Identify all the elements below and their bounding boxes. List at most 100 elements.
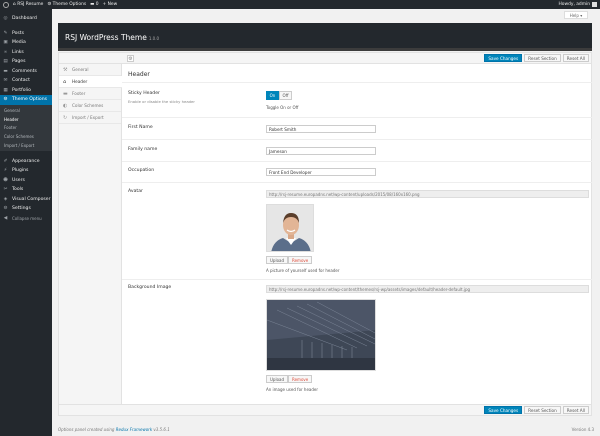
toggle-off-button[interactable]: Off [279, 91, 292, 100]
mail-icon: ✉ [3, 78, 8, 84]
sidebar-item-settings[interactable]: ⚙ Settings [0, 204, 52, 214]
sidebar-item-label: Contact [12, 78, 30, 84]
theme-version: 1.0.0 [148, 36, 160, 41]
sticky-header-label: Sticky Header [128, 91, 160, 96]
tab-footer[interactable]: ▬ Footer [59, 88, 121, 100]
gear-icon: ⚙ [3, 97, 8, 103]
sidebar-item-label: Plugins [12, 168, 29, 174]
reset-section-button[interactable]: Reset Section [524, 406, 561, 414]
sidebar-item-pages[interactable]: ▤ Pages [0, 57, 52, 67]
admin-bar: ⌂ RSJ Resume ⚙ Theme Options ▬ 0 + New H… [0, 0, 600, 9]
reset-all-button[interactable]: Reset All [562, 406, 589, 414]
reset-section-button[interactable]: Reset Section [524, 54, 561, 62]
avatar-upload-button[interactable]: Upload [266, 256, 289, 264]
wrench-icon: ✂ [3, 187, 8, 193]
tab-label: Footer [72, 91, 86, 96]
tab-label: Color Schemes [72, 103, 104, 108]
admin-bar-site[interactable]: ⌂ RSJ Resume [13, 2, 43, 7]
tab-label: General [72, 67, 89, 72]
comment-count: 0 [95, 2, 99, 7]
submenu-item-general[interactable]: General [0, 107, 52, 116]
wp-version: Version 4.3 [571, 427, 594, 432]
avatar-preview [266, 204, 314, 252]
admin-bar-comments[interactable]: ▬ 0 [90, 2, 98, 7]
tab-general[interactable]: ⚒ General [59, 64, 121, 76]
sidebar-item-links[interactable]: ∞ Links [0, 48, 52, 58]
sidebar-item-posts[interactable]: ✎ Posts [0, 29, 52, 39]
sidebar-item-visual-composer[interactable]: ◈ Visual Composer [0, 194, 52, 204]
submenu-item-color-schemes[interactable]: Color Schemes [0, 132, 52, 141]
sidebar-item-plugins[interactable]: ⚡ Plugins [0, 166, 52, 176]
submenu-item-import-export[interactable]: Import / Export [0, 141, 52, 150]
reset-all-button[interactable]: Reset All [562, 54, 589, 62]
sidebar-item-appearance[interactable]: ✐ Appearance [0, 156, 52, 166]
theme-name: RSJ WordPress Theme [65, 33, 147, 42]
media-icon: ▣ [3, 40, 8, 46]
sidebar-item-label: Theme Options [12, 97, 48, 103]
help-button[interactable]: Help ▾ [564, 11, 588, 19]
sidebar-item-theme-options[interactable]: ⚙ Theme Options [0, 95, 52, 105]
wrench-icon: ⚒ [63, 66, 68, 73]
divider [122, 117, 592, 118]
tab-header[interactable]: ⌂ Header [59, 76, 122, 88]
sticky-header-toggle: On Off [266, 91, 292, 100]
sidebar-item-portfolio[interactable]: ▦ Portfolio [0, 86, 52, 96]
background-caption: An image used for header [266, 387, 319, 392]
footer-suffix: v3.5.6.1 [152, 427, 170, 432]
composer-icon: ◈ [3, 196, 8, 202]
admin-bar-new[interactable]: + New [103, 2, 118, 7]
color-icon: ◐ [63, 102, 68, 109]
bottom-action-bar: Save Changes Reset Section Reset All [58, 404, 592, 416]
save-changes-button[interactable]: Save Changes [484, 54, 523, 62]
occupation-label: Occupation [128, 168, 155, 173]
submenu-item-header[interactable]: Header [0, 115, 52, 124]
family-name-label: Family name [128, 147, 158, 152]
family-name-field[interactable]: Jameson [266, 147, 376, 155]
first-name-field[interactable]: Robert Smith [266, 125, 376, 133]
divider [122, 82, 592, 83]
sidebar-item-media[interactable]: ▣ Media [0, 38, 52, 48]
page-icon: ▤ [3, 59, 8, 65]
comment-icon: ▬ [3, 68, 8, 74]
tab-label: Header [72, 79, 88, 84]
pin-icon: ✎ [3, 30, 8, 36]
avatar-remove-button[interactable]: Remove [288, 256, 313, 264]
sidebar-item-users[interactable]: ☻ Users [0, 175, 52, 185]
options-panel: Header Sticky Header Enable or disable t… [122, 64, 592, 404]
wordpress-logo-icon[interactable] [3, 1, 9, 8]
background-remove-button[interactable]: Remove [288, 375, 313, 383]
sidebar-item-dashboard[interactable]: ◎ Dashboard [0, 14, 52, 24]
collapse-icon: ◀ [3, 215, 8, 221]
sidebar-item-collapse-menu[interactable]: ◀ Collapse menu [0, 213, 52, 223]
admin-sidebar: ◎ Dashboard ✎ Posts ▣ Media ∞ Links ▤ Pages ▬ Comme… [0, 9, 52, 436]
sidebar-item-label: Media [12, 40, 26, 46]
portfolio-icon: ▦ [3, 87, 8, 93]
howdy-text: Howdy, admin [558, 2, 590, 7]
background-upload-button[interactable]: Upload [266, 375, 289, 383]
sidebar-item-tools[interactable]: ✂ Tools [0, 185, 52, 195]
save-changes-button[interactable]: Save Changes [484, 406, 523, 414]
redux-link[interactable]: Redux Framework [116, 427, 152, 432]
link-icon: ∞ [3, 49, 8, 55]
toggle-on-button[interactable]: On [266, 91, 279, 100]
avatar-url-field[interactable]: http://rsj-resume.europadns.net/wp-conte… [266, 190, 589, 198]
new-label: New [107, 2, 118, 7]
options-title: RSJ WordPress Theme 1.0.0 [65, 33, 159, 42]
dashboard-icon: ◎ [3, 16, 8, 22]
submenu-item-footer[interactable]: Footer [0, 124, 52, 133]
tab-color-schemes[interactable]: ◐ Color Schemes [59, 100, 121, 112]
sidebar-item-label: Dashboard [12, 16, 37, 22]
admin-bar-account[interactable]: Howdy, admin [558, 0, 597, 9]
sidebar-item-contact[interactable]: ✉ Contact [0, 76, 52, 86]
sidebar-item-comments[interactable]: ▬ Comments [0, 67, 52, 77]
admin-bar-theme-options[interactable]: ⚙ Theme Options [47, 2, 86, 7]
options-header: RSJ WordPress Theme 1.0.0 [58, 23, 592, 51]
plugin-icon: ⚡ [3, 168, 8, 174]
occupation-field[interactable]: Front End Developer [266, 168, 376, 176]
sidebar-item-label: Appearance [12, 158, 40, 164]
site-name: RSJ Resume [17, 2, 44, 7]
tab-import-export[interactable]: ↻ Import / Export [59, 112, 121, 124]
background-url-field[interactable]: http://rsj-resume.europadns.net/wp-conte… [266, 285, 589, 293]
settings-icon[interactable]: ⚙ [127, 55, 134, 62]
sidebar-item-label: Comments [12, 68, 37, 74]
